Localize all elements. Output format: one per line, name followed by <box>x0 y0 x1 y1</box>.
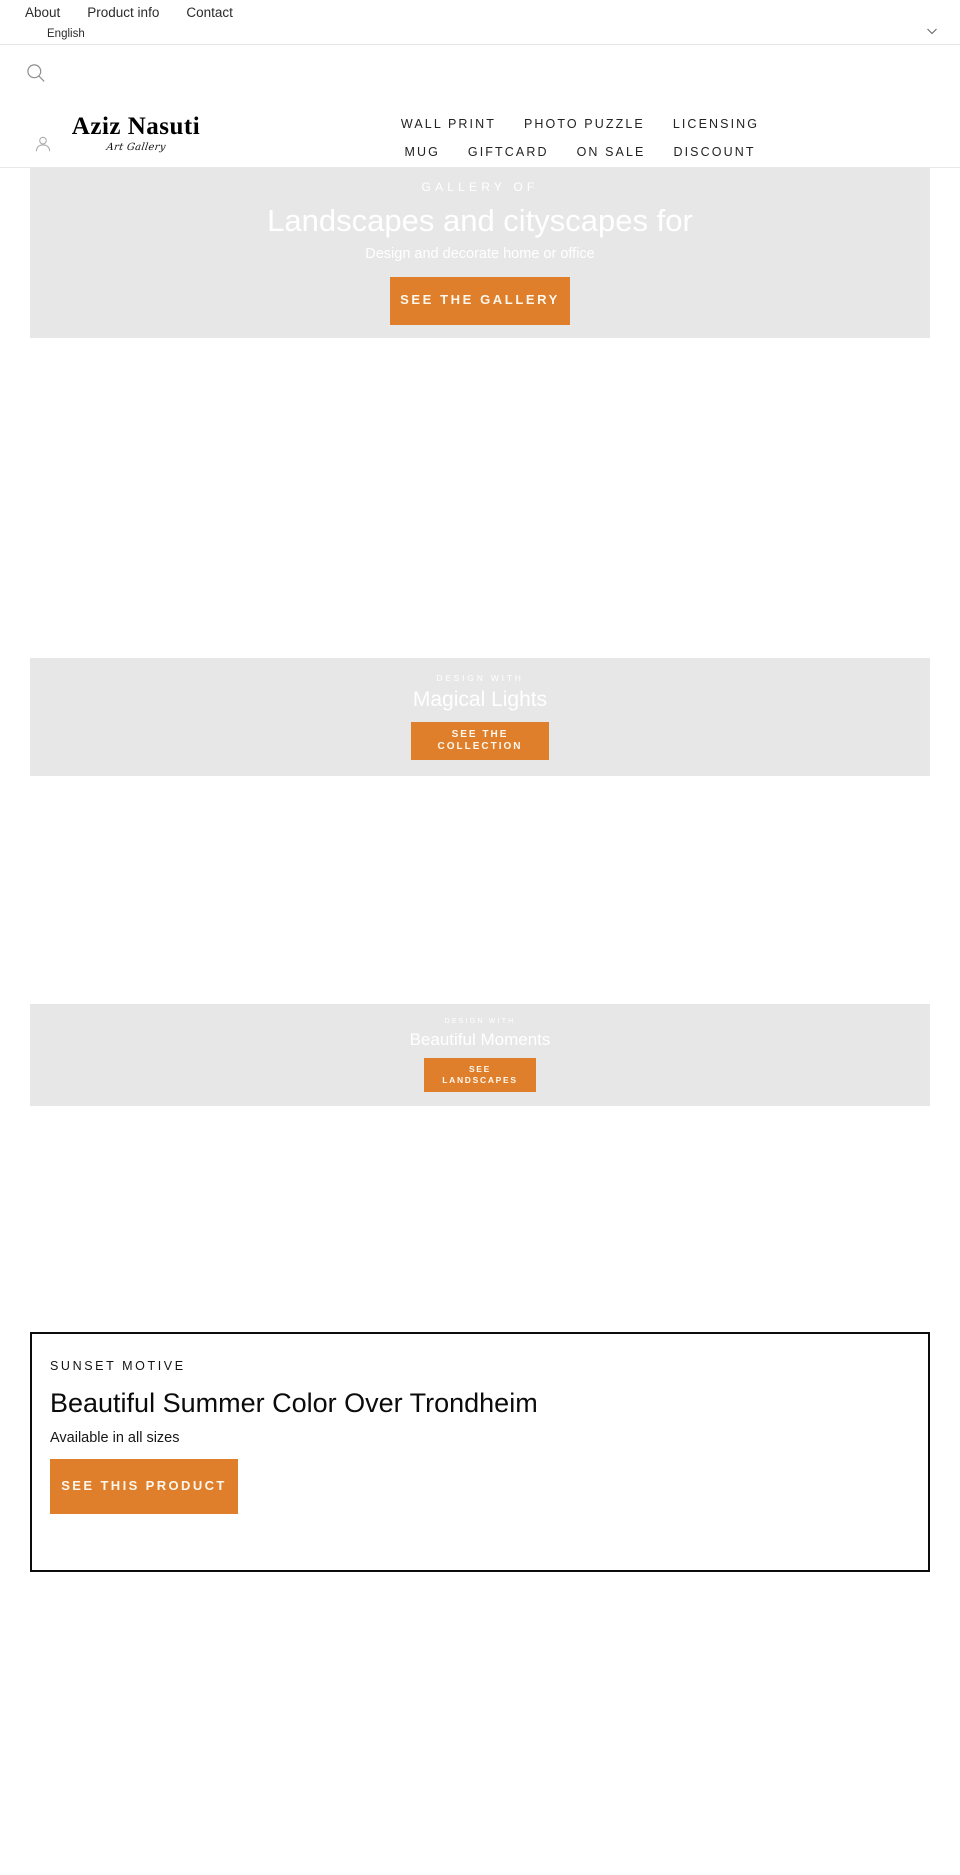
nav-item-wall-print[interactable]: WALL PRINT <box>401 117 496 131</box>
nav-item-mug[interactable]: MUG <box>404 145 439 159</box>
topbar-link-contact[interactable]: Contact <box>186 6 233 20</box>
nav-row-primary: WALL PRINT PHOTO PUZZLE LICENSING <box>230 117 930 131</box>
hero-banner-eyebrow: GALLERY OF <box>421 180 539 195</box>
language-selected-value: English <box>47 28 85 41</box>
content-gap-after-moments <box>0 1106 960 1332</box>
product-eyebrow: SUNSET MOTIVE <box>50 1359 186 1373</box>
beautiful-moments-banner: DESIGN WITH Beautiful Moments SEE LANDSC… <box>30 1004 930 1106</box>
see-landscapes-button[interactable]: SEE LANDSCAPES <box>424 1058 536 1093</box>
top-utility-links: About Product info Contact <box>0 0 960 22</box>
brand-logo[interactable]: Aziz Nasuti Art Gallery <box>46 114 226 153</box>
beautiful-moments-title: Beautiful Moments <box>409 1029 551 1049</box>
hero-banner-title: Landscapes and cityscapes for <box>267 203 693 239</box>
hero-banner: GALLERY OF Landscapes and cityscapes for… <box>30 168 930 338</box>
nav-row-secondary: MUG GIFTCARD ON SALE DISCOUNT <box>230 145 930 159</box>
product-title: Beautiful Summer Color Over Trondheim <box>50 1387 538 1418</box>
brand-tagline: Art Gallery <box>105 142 167 153</box>
language-selector[interactable]: English <box>0 22 960 44</box>
magical-lights-banner: DESIGN WITH Magical Lights SEE THE COLLE… <box>30 658 930 776</box>
product-availability: Available in all sizes <box>50 1429 180 1446</box>
beautiful-moments-eyebrow: DESIGN WITH <box>444 1017 516 1025</box>
nav-item-licensing[interactable]: LICENSING <box>673 117 759 131</box>
nav-item-photo-puzzle[interactable]: PHOTO PUZZLE <box>524 117 645 131</box>
top-utility-bar: About Product info Contact English <box>0 0 960 45</box>
nav-item-discount[interactable]: DISCOUNT <box>673 145 755 159</box>
see-the-collection-button[interactable]: SEE THE COLLECTION <box>411 722 549 761</box>
product-card: SUNSET MOTIVE Beautiful Summer Color Ove… <box>30 1332 930 1572</box>
chevron-down-icon[interactable] <box>926 25 938 37</box>
topbar-link-product-info[interactable]: Product info <box>87 6 159 20</box>
site-header: Aziz Nasuti Art Gallery WALL PRINT PHOTO… <box>0 45 960 168</box>
nav-item-on-sale[interactable]: ON SALE <box>577 145 646 159</box>
search-icon[interactable] <box>26 63 46 83</box>
magical-lights-eyebrow: DESIGN WITH <box>436 672 524 683</box>
content-gap-after-hero <box>0 338 960 658</box>
hero-banner-subtitle: Design and decorate home or office <box>365 246 595 263</box>
see-the-gallery-button[interactable]: SEE THE GALLERY <box>390 276 570 325</box>
main-navigation: WALL PRINT PHOTO PUZZLE LICENSING MUG GI… <box>230 117 930 159</box>
content-gap-after-lights <box>0 776 960 1004</box>
topbar-link-about[interactable]: About <box>25 6 60 20</box>
nav-item-giftcard[interactable]: GIFTCARD <box>468 145 549 159</box>
brand-name: Aziz Nasuti <box>71 113 201 140</box>
see-this-product-button[interactable]: SEE THIS PRODUCT <box>50 1459 238 1515</box>
magical-lights-title: Magical Lights <box>412 688 548 712</box>
